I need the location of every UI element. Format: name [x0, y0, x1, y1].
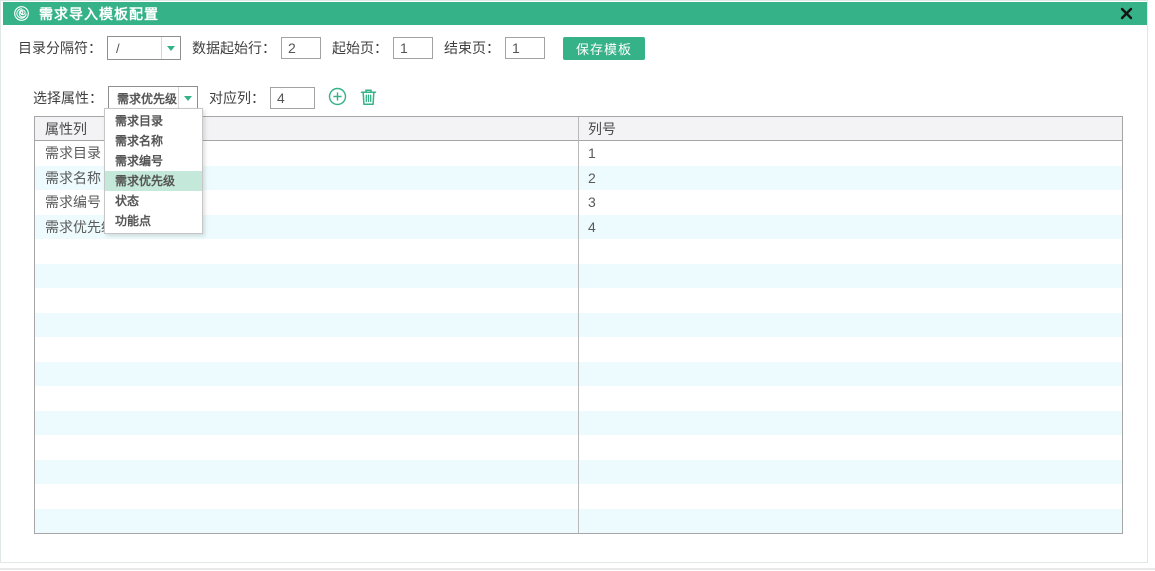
chevron-down-icon: [161, 37, 180, 59]
separator-select[interactable]: /: [107, 36, 181, 60]
dropdown-item[interactable]: 功能点: [105, 211, 202, 231]
add-mapping-button[interactable]: [328, 87, 347, 109]
start-page-label: 起始页：: [332, 38, 388, 58]
cell-attribute: [35, 337, 578, 362]
cell-attribute: [35, 386, 578, 411]
cell-column-number: [578, 239, 1122, 264]
chevron-down-icon: [178, 87, 197, 109]
cell-attribute: [35, 484, 578, 509]
dialog-title: 需求导入模板配置: [39, 4, 159, 24]
dialog-titlebar: 需求导入模板配置: [3, 2, 1147, 25]
data-start-row-input[interactable]: [281, 37, 321, 59]
save-template-button[interactable]: 保存模板: [563, 37, 645, 60]
cell-column-number: 4: [578, 215, 1122, 240]
spiral-logo-icon: [13, 5, 30, 22]
dropdown-item[interactable]: 状态: [105, 191, 202, 211]
dropdown-item[interactable]: 需求目录: [105, 111, 202, 131]
cell-column-number: 2: [578, 166, 1122, 191]
cell-attribute: [35, 411, 578, 436]
cell-column-number: 1: [578, 141, 1122, 166]
cell-column-number: [578, 509, 1122, 534]
cell-column-number: [578, 386, 1122, 411]
background-page-edge: [0, 568, 1155, 570]
cell-column-number: [578, 288, 1122, 313]
end-page-input[interactable]: [505, 37, 545, 59]
cell-attribute: [35, 435, 578, 460]
cell-column-number: [578, 313, 1122, 338]
start-page-input[interactable]: [393, 37, 433, 59]
cell-attribute: [35, 239, 578, 264]
cell-column-number: [578, 337, 1122, 362]
cell-column-number: [578, 484, 1122, 509]
separator-label: 目录分隔符：: [18, 38, 102, 58]
delete-mapping-button[interactable]: [360, 88, 377, 109]
cell-attribute: [35, 313, 578, 338]
trash-icon: [360, 88, 377, 109]
cell-attribute: [35, 509, 578, 534]
plus-circle-icon: [328, 87, 347, 109]
template-settings-row: 目录分隔符： / 数据起始行： 起始页： 结束页： 保存模板: [18, 35, 645, 61]
attribute-dropdown: 需求目录需求名称需求编号需求优先级状态功能点: [104, 108, 203, 234]
import-template-dialog: 需求导入模板配置 目录分隔符： / 数据起始行： 起始页： 结束页： 保存模板 …: [0, 0, 1148, 563]
column-number-input[interactable]: [270, 87, 315, 109]
attribute-mapping-row: 选择属性： 需求优先级 对应列：: [33, 85, 377, 111]
cell-attribute: [35, 460, 578, 485]
column-label: 对应列：: [209, 88, 265, 108]
attribute-select-value: 需求优先级: [109, 87, 178, 109]
cell-attribute: [35, 288, 578, 313]
cell-attribute: [35, 362, 578, 387]
data-start-row-label: 数据起始行：: [192, 38, 276, 58]
cell-attribute: [35, 264, 578, 289]
dropdown-item[interactable]: 需求优先级: [105, 171, 202, 191]
cell-column-number: [578, 411, 1122, 436]
column-divider: [578, 117, 579, 533]
header-column-number: 列号: [578, 117, 1122, 140]
select-attribute-label: 选择属性：: [33, 88, 103, 108]
end-page-label: 结束页：: [444, 38, 500, 58]
cell-column-number: [578, 362, 1122, 387]
dropdown-item[interactable]: 需求名称: [105, 131, 202, 151]
cell-column-number: [578, 460, 1122, 485]
cell-column-number: [578, 435, 1122, 460]
attribute-select[interactable]: 需求优先级: [108, 86, 198, 110]
dropdown-item[interactable]: 需求编号: [105, 151, 202, 171]
separator-select-value: /: [108, 37, 161, 59]
cell-column-number: 3: [578, 190, 1122, 215]
cell-column-number: [578, 264, 1122, 289]
close-icon[interactable]: [1118, 5, 1135, 22]
